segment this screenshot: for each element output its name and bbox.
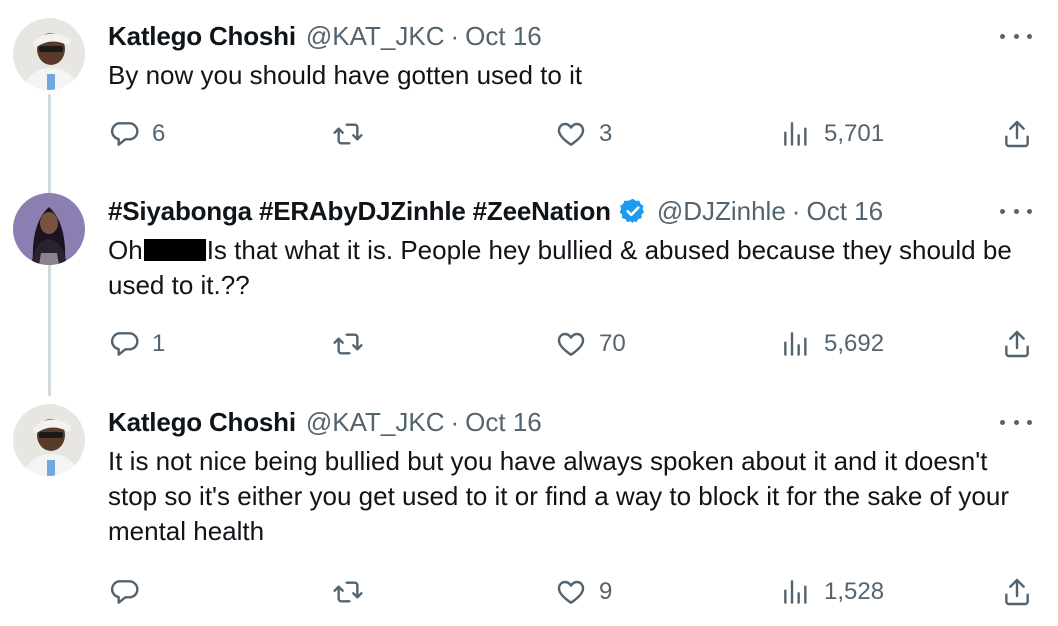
tweet-text-after-redaction: Is that what it is. People hey bullied &…	[108, 235, 1012, 300]
tweet-header: #Siyabonga #ERAbyDJZinhle #ZeeNation @DJ…	[108, 193, 883, 229]
share-icon	[1005, 120, 1029, 148]
reply-count: 6	[152, 120, 166, 147]
share-button[interactable]	[1001, 324, 1033, 364]
author-name[interactable]: Katlego Choshi	[108, 21, 296, 52]
like-count: 9	[599, 578, 613, 605]
views-icon	[784, 580, 807, 604]
views-icon	[784, 332, 807, 356]
retweet-icon	[333, 581, 363, 603]
like-button[interactable]: 70	[555, 324, 626, 364]
author-handle[interactable]: @DJZinhle	[657, 196, 786, 227]
share-icon	[1005, 578, 1029, 606]
views-count: 5,692	[824, 330, 885, 357]
more-icon[interactable]	[1000, 410, 1032, 434]
views-button[interactable]: 1,528	[780, 572, 884, 612]
author-handle[interactable]: @KAT_JKC	[306, 407, 445, 438]
reply-icon	[110, 122, 139, 146]
author-name[interactable]: Katlego Choshi	[108, 407, 296, 438]
more-icon[interactable]	[1000, 199, 1032, 223]
separator-dot: ·	[791, 195, 801, 226]
retweet-icon	[333, 123, 363, 145]
tweet-actions: 6 3 5,701	[0, 114, 1058, 154]
retweet-button[interactable]	[332, 114, 376, 154]
separator-dot: ·	[450, 20, 460, 51]
tweet-header: Katlego Choshi @KAT_JKC · Oct 16	[108, 404, 542, 440]
tweet-actions: 9 1,528	[0, 572, 1058, 612]
views-button[interactable]: 5,692	[780, 324, 884, 364]
reply-icon	[110, 580, 139, 604]
like-button[interactable]: 9	[555, 572, 612, 612]
reply-icon	[110, 332, 139, 356]
retweet-button[interactable]	[332, 324, 376, 364]
tweet-text: By now you should have gotten used to it	[108, 60, 583, 90]
like-count: 3	[599, 120, 613, 147]
tweet-header: Katlego Choshi @KAT_JKC · Oct 16	[108, 18, 542, 54]
views-count: 1,528	[824, 578, 885, 605]
like-icon	[557, 580, 585, 604]
avatar[interactable]	[13, 404, 85, 476]
author-name[interactable]: #Siyabonga #ERAbyDJZinhle #ZeeNation	[108, 196, 611, 227]
redaction-bar	[143, 239, 206, 261]
author-handle[interactable]: @KAT_JKC	[306, 21, 445, 52]
tweet-date[interactable]: Oct 16	[806, 196, 883, 227]
reply-count: 1	[152, 330, 166, 357]
avatar[interactable]	[13, 18, 85, 90]
like-button[interactable]: 3	[555, 114, 612, 154]
views-button[interactable]: 5,701	[780, 114, 884, 154]
verified-badge-icon	[619, 197, 647, 225]
separator-dot: ·	[450, 406, 460, 437]
share-icon	[1005, 330, 1029, 358]
avatar[interactable]	[13, 193, 85, 265]
retweet-icon	[333, 333, 363, 355]
tweet-date[interactable]: Oct 16	[465, 21, 542, 52]
tweet-text-before-redaction: Oh	[108, 235, 143, 265]
tweet-text: Oh Is that what it is. People hey bullied…	[108, 233, 1038, 303]
reply-button[interactable]: 6	[108, 114, 165, 154]
like-count: 70	[599, 330, 626, 357]
reply-button[interactable]: 1	[108, 324, 165, 364]
retweet-button[interactable]	[332, 572, 376, 612]
tweet-text: It is not nice being bullied but you hav…	[108, 446, 1009, 546]
more-icon[interactable]	[1000, 24, 1032, 48]
views-count: 5,701	[824, 120, 885, 147]
share-button[interactable]	[1001, 114, 1033, 154]
like-icon	[557, 122, 585, 146]
tweet-actions: 1 70 5,692	[0, 324, 1058, 364]
tweet-date[interactable]: Oct 16	[465, 407, 542, 438]
like-icon	[557, 332, 585, 356]
reply-button[interactable]	[108, 572, 152, 612]
views-icon	[784, 122, 807, 146]
share-button[interactable]	[1001, 572, 1033, 612]
